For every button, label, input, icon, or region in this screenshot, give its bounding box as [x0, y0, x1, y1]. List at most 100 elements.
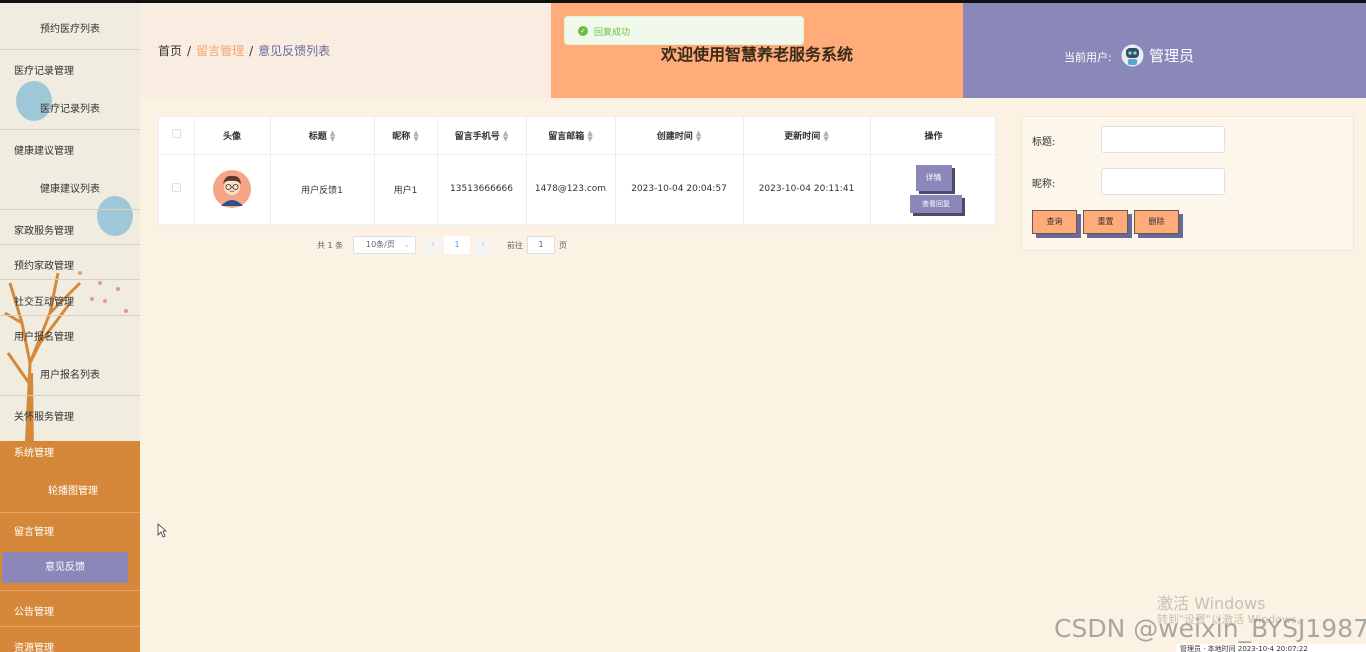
csdn-watermark: CSDN @weixin_BYSJ1987 [1054, 614, 1366, 643]
sort-icon[interactable]: ▲ ▼ [503, 130, 508, 143]
column-header-phone-label: 留言手机号 [454, 131, 500, 142]
nickname-cell: 用户1 [374, 154, 438, 224]
breadcrumb-section[interactable]: 留言管理 [196, 44, 244, 58]
column-header-updated-label: 更新时间 [784, 131, 821, 142]
sidebar-divider [0, 244, 140, 245]
table-header-row: 头像 标题 ▲ ▼ 昵称 ▲ ▼ 留言手机号 ▲ ▼ 留言邮箱 ▲ ▼ 创建时间 ▲ ▼ 更新时间 ▲… [159, 117, 998, 155]
sidebar-item-medical-records[interactable]: 医疗记录管理 [0, 62, 140, 77]
search-panel: 标题: 昵称: 查询 重置 删除 [1021, 116, 1354, 251]
page-size-select[interactable]: 10条/页 ⌄ [353, 236, 416, 254]
sidebar-divider [0, 315, 140, 316]
sort-icon[interactable]: ▲ ▼ [587, 130, 592, 143]
sidebar-divider [0, 512, 140, 513]
sidebar-item-appointment-list[interactable]: 预约医疗列表 [0, 20, 140, 35]
sidebar-divider [0, 49, 140, 50]
sidebar-item-messages[interactable]: 留言管理 [0, 523, 140, 538]
updated-time-cell: 2023-10-04 20:11:41 [743, 154, 871, 224]
column-header-updated[interactable]: 更新时间 ▲ ▼ [743, 117, 871, 155]
prev-page-button[interactable]: ‹ [425, 236, 441, 254]
breadcrumb-home[interactable]: 首页 [158, 44, 182, 58]
robot-avatar-icon [1121, 44, 1144, 67]
query-button[interactable]: 查询 [1032, 210, 1077, 234]
delete-button[interactable]: 删除 [1134, 210, 1179, 234]
sidebar-item-care-service[interactable]: 关怀服务管理 [0, 408, 140, 423]
breadcrumb-current: 意见反馈列表 [258, 44, 331, 58]
breadcrumb-separator: / [249, 44, 254, 58]
table-row: 用户反馈1 用户1 13513666666 1478@123.com 2023-… [159, 154, 998, 224]
toast-message: 回复成功 [594, 28, 631, 38]
current-user-label: 当前用户: [1064, 51, 1112, 64]
sort-icon[interactable]: ▲ ▼ [696, 130, 701, 143]
sidebar-item-registrations[interactable]: 用户报名管理 [0, 328, 140, 343]
row-select-cell [159, 154, 195, 224]
actions-cell: 详情 查看回复 [870, 154, 998, 224]
detail-button[interactable]: 详情 [915, 165, 952, 192]
column-header-phone[interactable]: 留言手机号 ▲ ▼ [437, 117, 527, 155]
next-page-button[interactable]: › [475, 236, 491, 254]
title-filter-input[interactable] [1101, 126, 1225, 153]
email-cell: 1478@123.com [526, 154, 616, 224]
column-header-nickname-label: 昵称 [392, 131, 411, 142]
sidebar-item-feedback[interactable]: 意见反馈 [2, 552, 128, 583]
user-avatar [213, 170, 251, 209]
sidebar-item-housekeeping-booking[interactable]: 预约家政管理 [0, 257, 140, 272]
select-all-checkbox[interactable] [171, 129, 181, 139]
column-header-title[interactable]: 标题 ▲ ▼ [270, 117, 375, 155]
select-all-cell [159, 117, 195, 155]
nickname-filter-input[interactable] [1101, 168, 1225, 195]
avatar-cell [194, 154, 271, 224]
sort-icon[interactable]: ▲ ▼ [823, 130, 828, 143]
column-header-email-label: 留言邮箱 [548, 131, 585, 142]
check-circle-icon: ✓ [578, 26, 588, 36]
sidebar-item-health-advice-list[interactable]: 健康建议列表 [0, 180, 140, 195]
sidebar-item-housekeeping[interactable]: 家政服务管理 [0, 222, 140, 237]
column-header-created[interactable]: 创建时间 ▲ ▼ [615, 117, 744, 155]
column-header-created-label: 创建时间 [656, 131, 693, 142]
goto-page-input[interactable]: 1 [527, 236, 555, 254]
column-header-actions: 操作 [870, 117, 998, 155]
column-header-avatar: 头像 [194, 117, 271, 155]
sidebar-divider [0, 626, 140, 627]
mouse-pointer-icon [157, 523, 167, 538]
breadcrumb-separator: / [187, 44, 192, 58]
pagination-total: 共 1 条 [317, 241, 344, 250]
sidebar-item-resources[interactable]: 资源管理 [0, 639, 140, 652]
sidebar-item-system[interactable]: 系统管理 [0, 444, 140, 459]
sidebar-item-registration-list[interactable]: 用户报名列表 [0, 366, 140, 381]
sidebar-item-announcements[interactable]: 公告管理 [0, 603, 140, 618]
page-size-value: 10条/页 [366, 240, 395, 249]
title-filter-label: 标题: [1032, 137, 1056, 148]
sidebar-item-medical-record-list[interactable]: 医疗记录列表 [0, 100, 140, 115]
current-user-name[interactable]: 管理员 [1149, 45, 1194, 66]
column-header-email[interactable]: 留言邮箱 ▲ ▼ [526, 117, 616, 155]
reset-button[interactable]: 重置 [1083, 210, 1128, 234]
created-time-cell: 2023-10-04 20:04:57 [615, 154, 744, 224]
column-header-nickname[interactable]: 昵称 ▲ ▼ [374, 117, 438, 155]
success-toast: ✓ 回复成功 [564, 16, 804, 45]
sidebar-divider [0, 209, 140, 210]
sort-icon[interactable]: ▲ ▼ [330, 130, 335, 143]
phone-cell: 13513666666 [437, 154, 527, 224]
view-reply-button[interactable]: 查看回复 [910, 195, 962, 214]
sidebar-divider [0, 590, 140, 591]
feedback-table: 头像 标题 ▲ ▼ 昵称 ▲ ▼ 留言手机号 ▲ ▼ 留言邮箱 ▲ ▼ 创建时间 ▲ ▼ 更新时间 ▲… [158, 116, 998, 225]
sidebar-divider [0, 279, 140, 280]
row-checkbox[interactable] [171, 183, 181, 193]
sidebar-item-health-advice[interactable]: 健康建议管理 [0, 142, 140, 157]
sort-icon[interactable]: ▲ ▼ [413, 130, 418, 143]
sidebar-divider [0, 395, 140, 396]
breadcrumb: 首页 / 留言管理 / 意见反馈列表 [158, 42, 330, 59]
goto-label: 前往 [507, 241, 523, 250]
sidebar-divider [0, 129, 140, 130]
footer-status: 管理员 · 本地时间 2023-10-4 20:07:22 [1176, 644, 1366, 652]
sidebar-lower [0, 441, 140, 652]
sidebar-item-social[interactable]: 社交互动管理 [0, 293, 140, 308]
title-cell: 用户反馈1 [270, 154, 375, 224]
page-suffix-label: 页 [559, 241, 567, 250]
page-number-button[interactable]: 1 [444, 236, 470, 254]
sidebar-item-carousel[interactable]: 轮播图管理 [0, 482, 140, 497]
sidebar: 预约医疗列表 医疗记录管理 医疗记录列表 健康建议管理 健康建议列表 家政服务管… [0, 3, 140, 652]
chevron-down-icon: ⌄ [403, 240, 410, 249]
top-border [0, 0, 1366, 3]
column-header-title-label: 标题 [308, 131, 327, 142]
